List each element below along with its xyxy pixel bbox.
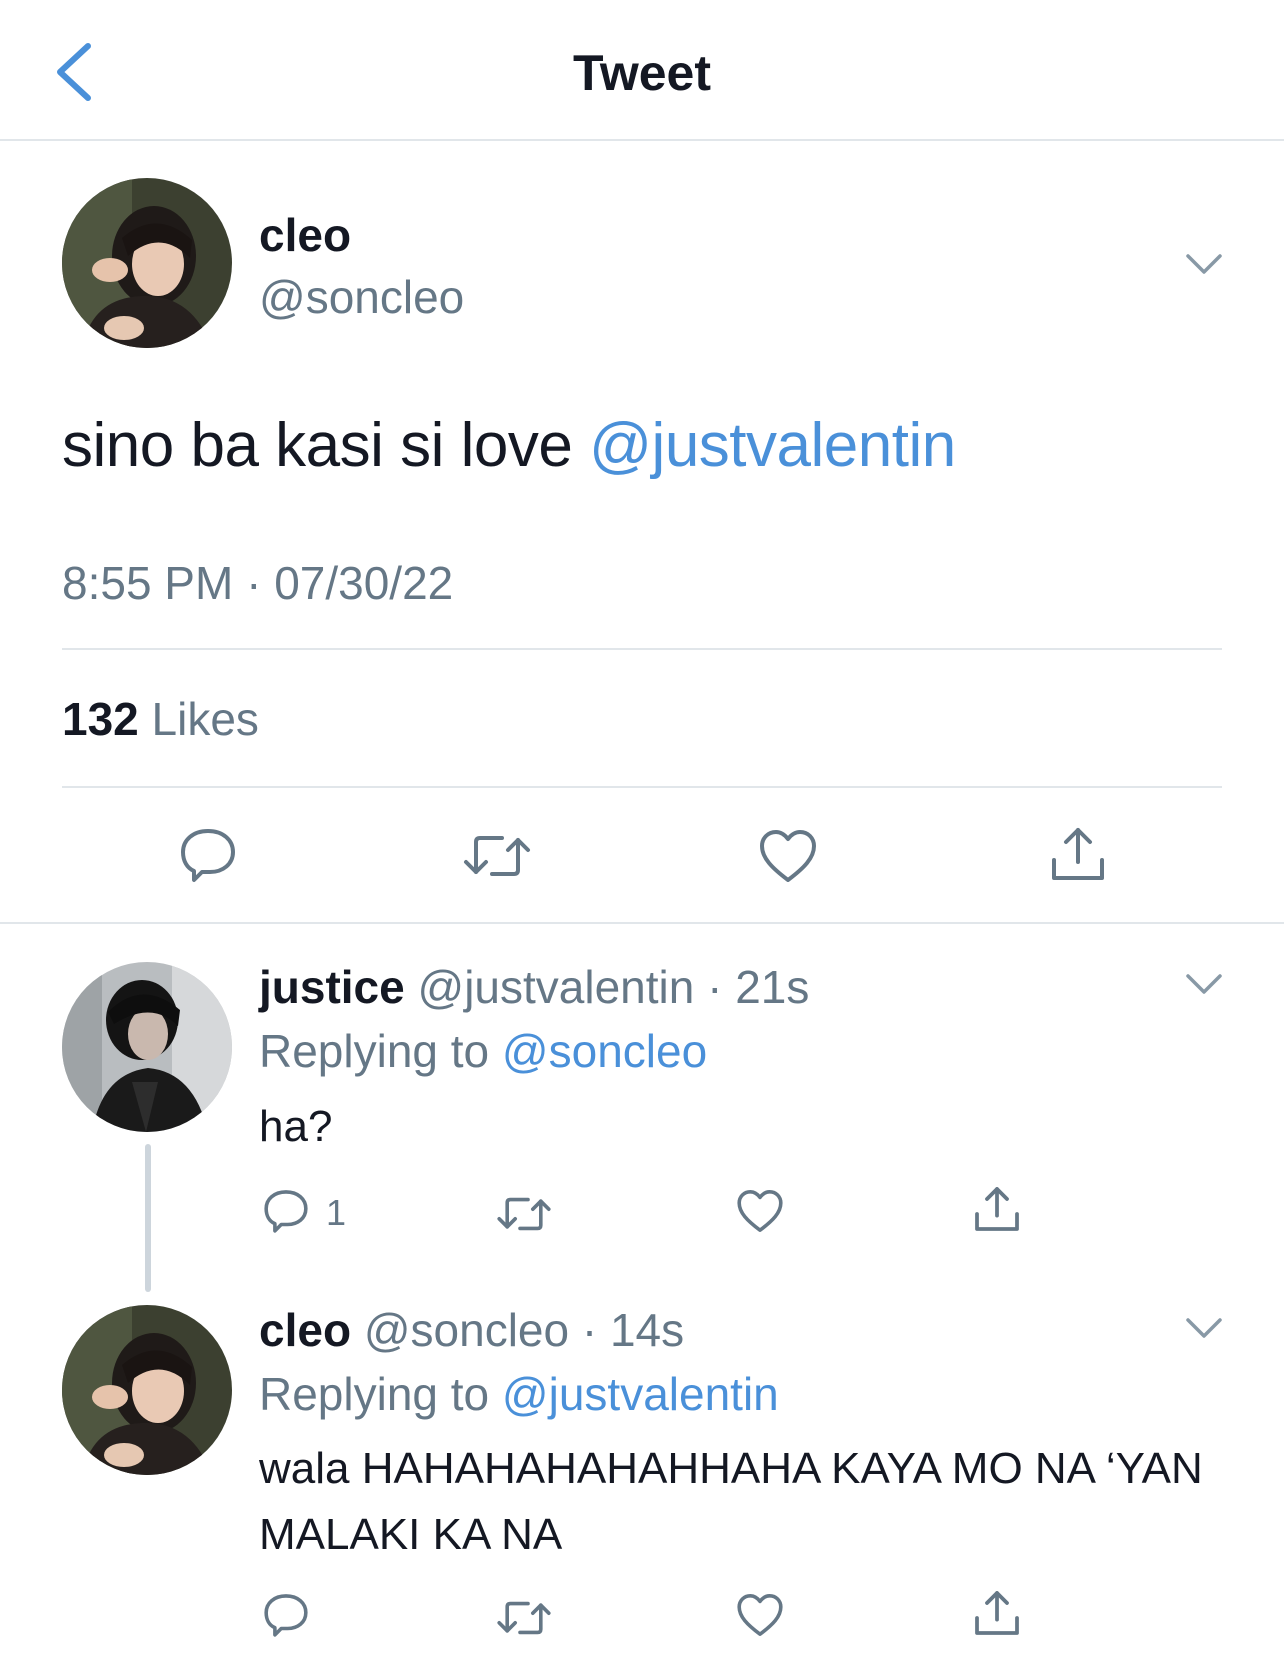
reply-header: cleo @soncleo · 14s (259, 1303, 684, 1357)
replying-to-line: Replying to @justvalentin (259, 1367, 779, 1421)
reply-text: wala HAHAHAHAHAHHAHA KAYA MO NA ‘YAN MAL… (259, 1444, 1203, 1559)
avatar[interactable] (62, 1305, 232, 1475)
share-icon (975, 1187, 1019, 1231)
avatar[interactable] (62, 962, 232, 1132)
reply-header: justice @justvalentin · 21s (259, 960, 809, 1014)
tweet-text-body: sino ba kasi si love (62, 411, 590, 480)
likes-summary[interactable]: 132 Likes (62, 692, 259, 746)
retweet-icon (464, 836, 530, 876)
thread-connector (145, 1144, 151, 1292)
likes-count: 132 (62, 693, 139, 745)
retweet-button[interactable] (496, 1598, 552, 1638)
reply-icon (264, 1190, 308, 1233)
reply-icon (264, 1594, 308, 1637)
reply-author-meta[interactable]: @justvalentin · 21s (405, 961, 810, 1013)
reply-button[interactable] (262, 1188, 310, 1234)
share-button[interactable] (1048, 824, 1108, 884)
top-nav-bar: Tweet (0, 0, 1284, 141)
share-icon (975, 1591, 1019, 1635)
heart-icon (737, 1190, 783, 1232)
mention-link[interactable]: @justvalentin (502, 1368, 779, 1420)
tweet-timestamp[interactable]: 8:55 PM · 07/30/22 (62, 556, 453, 610)
author-name[interactable]: cleo (259, 208, 351, 262)
reply-icon (181, 829, 235, 882)
reply-author-name[interactable]: cleo (259, 1304, 351, 1356)
tweet-detail-screen: Tweet cleo @soncleo sino ba kasi si love… (0, 0, 1284, 1678)
avatar[interactable] (62, 178, 232, 348)
retweet-icon (497, 1197, 551, 1231)
share-button[interactable] (972, 1184, 1022, 1234)
page-title: Tweet (573, 45, 711, 101)
like-button[interactable] (736, 1188, 784, 1234)
retweet-button[interactable] (462, 832, 532, 880)
more-options-button[interactable] (1184, 1316, 1224, 1340)
retweet-icon (497, 1601, 551, 1635)
tweet-text: sino ba kasi si love @justvalentin (62, 410, 956, 481)
reply-button[interactable] (178, 826, 238, 884)
chevron-down-icon (1186, 254, 1222, 274)
reply-author-name[interactable]: justice (259, 961, 405, 1013)
reply-author-meta[interactable]: @soncleo · 14s (351, 1304, 684, 1356)
likes-label: Likes (138, 693, 259, 745)
heart-icon (760, 830, 816, 882)
share-icon (1052, 828, 1104, 880)
reply-count: 1 (326, 1192, 347, 1233)
replying-to-label: Replying to (259, 1368, 502, 1420)
author-handle[interactable]: @soncleo (259, 270, 464, 324)
mention-link[interactable]: @justvalentin (589, 411, 956, 480)
replying-to-line: Replying to @soncleo (259, 1024, 707, 1078)
chevron-down-icon (1186, 1318, 1222, 1338)
reply-button[interactable] (262, 1592, 310, 1638)
like-button[interactable] (736, 1592, 784, 1638)
reply-text: ha? (259, 1102, 333, 1151)
divider (0, 922, 1284, 924)
like-button[interactable] (758, 828, 818, 884)
share-button[interactable] (972, 1588, 1022, 1638)
more-options-button[interactable] (1184, 252, 1224, 276)
more-options-button[interactable] (1184, 972, 1224, 996)
retweet-button[interactable] (496, 1194, 552, 1234)
divider (62, 786, 1222, 788)
replying-to-label: Replying to (259, 1025, 502, 1077)
chevron-down-icon (1186, 974, 1222, 994)
divider (62, 648, 1222, 650)
heart-icon (737, 1594, 783, 1636)
mention-link[interactable]: @soncleo (502, 1025, 707, 1077)
